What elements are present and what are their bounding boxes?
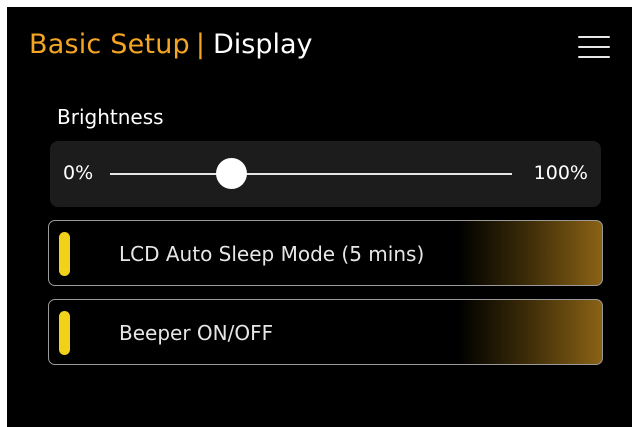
slider-max-label: 100% (533, 162, 588, 184)
toggle-beeper[interactable]: Beeper ON/OFF (48, 299, 603, 365)
menu-line-bottom (578, 56, 610, 58)
brightness-label: Brightness (57, 105, 164, 129)
toggle-indicator (59, 311, 70, 355)
title-separator: | (195, 28, 205, 60)
page-header: Basic Setup | Display (29, 24, 313, 64)
menu-line-top (578, 36, 610, 38)
brightness-slider-track[interactable] (110, 158, 512, 189)
slider-min-label: 0% (63, 162, 94, 184)
section-title: Basic Setup (29, 28, 190, 60)
brightness-slider-panel: 0% 100% (50, 141, 601, 207)
toggle-indicator (59, 232, 70, 276)
page-title: Display (212, 28, 313, 60)
toggle-label: Beeper ON/OFF (119, 321, 274, 345)
toggle-lcd-auto-sleep[interactable]: LCD Auto Sleep Mode (5 mins) (48, 220, 603, 286)
menu-line-middle (578, 46, 610, 48)
device-screen: Basic Setup | Display Brightness 0% 100%… (7, 7, 632, 427)
hamburger-menu-icon[interactable] (578, 34, 610, 61)
brightness-slider-thumb[interactable] (215, 158, 247, 189)
toggle-label: LCD Auto Sleep Mode (5 mins) (119, 242, 425, 266)
